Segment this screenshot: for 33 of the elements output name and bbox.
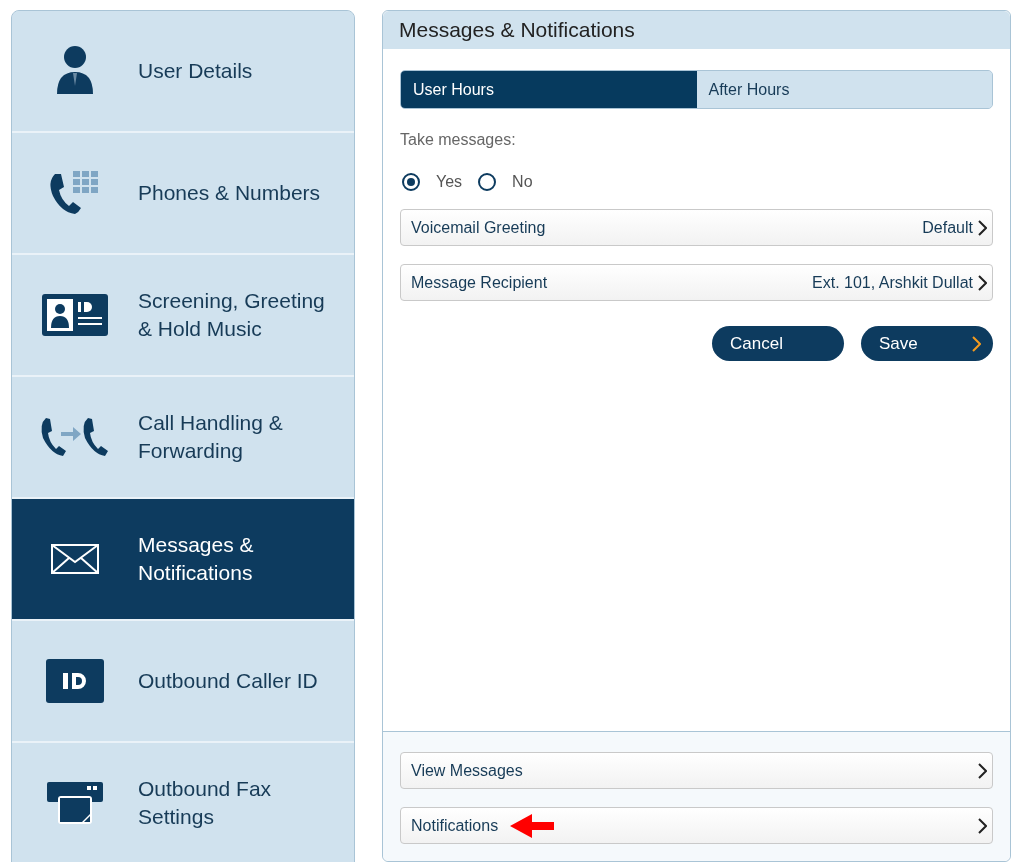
id-badge-icon [46, 659, 104, 703]
field-label: Take messages: [400, 131, 517, 149]
link-label: Notifications [411, 816, 499, 835]
save-button[interactable]: Save [861, 326, 993, 361]
radio-label: Yes [436, 173, 463, 191]
chevron-icon [977, 762, 987, 779]
fax-icon [47, 782, 103, 824]
link-label: View Messages [411, 761, 523, 780]
chevron-icon [977, 817, 987, 834]
cancel-button[interactable]: Cancel [712, 326, 844, 361]
sidebar-item[interactable]: Messages & Notifications [12, 499, 354, 621]
chevron-icon [977, 274, 987, 291]
sidebar-item[interactable]: User Details [12, 11, 354, 133]
panel-title: Messages & Notifications [383, 11, 1010, 49]
setting-value: Default [922, 218, 973, 237]
chevron-icon [971, 335, 981, 352]
radio-label: No [512, 173, 533, 191]
setting-row[interactable]: Message Recipient Ext. 101, Arshkit Dullat [400, 264, 993, 301]
setting-value: Ext. 101, Arshkit Dullat [812, 273, 973, 292]
link-row[interactable]: Notifications [400, 807, 993, 844]
envelope-icon [51, 544, 99, 574]
setting-label: Message Recipient [411, 273, 549, 292]
setting-row[interactable]: Voicemail Greeting Default [400, 209, 993, 246]
radio-option[interactable]: No [476, 173, 533, 191]
setting-label: Voicemail Greeting [411, 218, 547, 237]
person-icon [56, 46, 94, 96]
annotation-arrow-icon [510, 813, 555, 838]
call-forward-icon [39, 416, 111, 458]
link-row[interactable]: View Messages [400, 752, 993, 789]
tab[interactable]: User Hours [401, 71, 697, 108]
radio-option[interactable]: Yes [400, 173, 463, 191]
chevron-icon [977, 219, 987, 236]
id-card-icon [42, 294, 108, 336]
